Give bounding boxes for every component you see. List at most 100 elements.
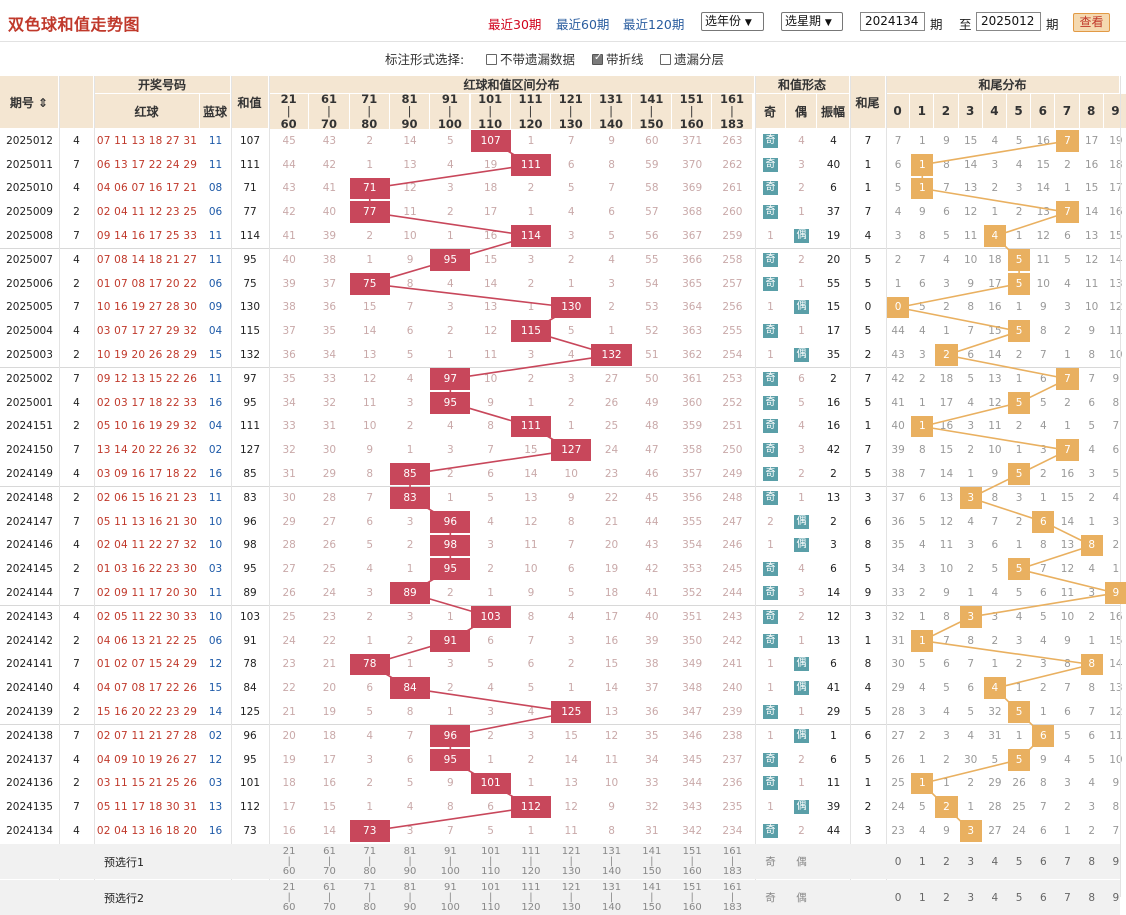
preselect-tail-digit[interactable]: 3 bbox=[959, 844, 983, 879]
preselect-range[interactable]: 91 | 100 bbox=[430, 844, 470, 879]
range-separator: | bbox=[368, 855, 372, 867]
range-high: 90 bbox=[403, 901, 417, 913]
odd-mark: 奇 bbox=[763, 443, 778, 458]
tail-missing: 8 bbox=[1039, 777, 1047, 790]
preselect-odd[interactable]: 奇 bbox=[755, 880, 786, 915]
preselect-tail-digit[interactable]: 6 bbox=[1031, 880, 1055, 915]
preselect-tail-digit[interactable]: 0 bbox=[886, 844, 910, 879]
preselect-tail-digit[interactable]: 5 bbox=[1007, 880, 1031, 915]
tail-missing: 44 bbox=[891, 325, 905, 338]
preselect-tail-digit[interactable]: 8 bbox=[1080, 880, 1104, 915]
zone-missing: 5 bbox=[567, 325, 575, 338]
preselect-range[interactable]: 81 | 90 bbox=[390, 880, 430, 915]
zone-missing: 4 bbox=[406, 372, 414, 385]
row-even: 3 bbox=[786, 153, 817, 177]
zone-missing: 1 bbox=[446, 349, 454, 362]
row-red-balls: 05 11 17 18 30 31 bbox=[96, 801, 198, 814]
preselect-range[interactable]: 111 | 120 bbox=[511, 880, 551, 915]
preselect-range[interactable]: 91 | 100 bbox=[430, 880, 470, 915]
preselect-range[interactable]: 161 | 183 bbox=[712, 844, 752, 879]
preselect-range[interactable]: 81 | 90 bbox=[390, 844, 430, 879]
row-tail: 1 bbox=[864, 182, 872, 195]
row-blue-ball: 12 bbox=[208, 753, 223, 766]
preselect-range[interactable]: 101 | 110 bbox=[471, 880, 511, 915]
preselect-range[interactable]: 71 | 80 bbox=[350, 880, 390, 915]
preselect-range[interactable]: 151 | 160 bbox=[672, 844, 712, 879]
row-sum: 103 bbox=[239, 610, 261, 623]
tail-missing: 3 bbox=[943, 729, 950, 742]
row-sum: 96 bbox=[243, 729, 257, 742]
preselect-even[interactable]: 偶 bbox=[786, 844, 817, 879]
row-red-balls: 15 16 20 22 23 29 bbox=[96, 706, 198, 719]
preselect-tail-digit[interactable]: 1 bbox=[910, 844, 934, 879]
preselect-odd[interactable]: 奇 bbox=[755, 844, 786, 879]
preselect-range[interactable]: 111 | 120 bbox=[511, 844, 551, 879]
zone-missing: 1 bbox=[527, 134, 535, 147]
preselect-range[interactable]: 121 | 130 bbox=[551, 844, 591, 879]
zone-missing: 2 bbox=[446, 682, 454, 695]
preselect-tail-digit[interactable]: 5 bbox=[1007, 844, 1031, 879]
even-mark: 偶 bbox=[794, 229, 809, 244]
row-weekday: 7 bbox=[73, 444, 80, 457]
row-amplitude: 6 bbox=[830, 658, 837, 671]
preselect-tail-digit[interactable]: 8 bbox=[1080, 844, 1104, 879]
tail-missing: 11 bbox=[1109, 729, 1123, 742]
tail-missing: 15 bbox=[1036, 158, 1050, 171]
zone-missing: 12 bbox=[564, 801, 578, 814]
preselect-tail-digit[interactable]: 4 bbox=[983, 844, 1007, 879]
range-separator: | bbox=[690, 855, 694, 867]
even-missing: 5 bbox=[798, 396, 805, 409]
preselect-tail-digit[interactable]: 9 bbox=[1104, 880, 1126, 915]
preselect-even[interactable]: 偶 bbox=[786, 880, 817, 915]
preselect-tail-digit[interactable]: 2 bbox=[934, 844, 958, 879]
preselect-range[interactable]: 151 | 160 bbox=[672, 880, 712, 915]
tail-missing: 6 bbox=[918, 491, 926, 504]
preselect-tail-digit[interactable]: 4 bbox=[983, 880, 1007, 915]
preselect-range[interactable]: 101 | 110 bbox=[471, 844, 511, 879]
preselect-range[interactable]: 161 | 183 bbox=[712, 880, 752, 915]
preselect-range[interactable]: 131 | 140 bbox=[591, 844, 631, 879]
zone-missing: 1 bbox=[567, 420, 575, 433]
row-blue-ball: 15 bbox=[208, 682, 223, 695]
preselect-tail-digit[interactable]: 9 bbox=[1104, 844, 1126, 879]
preselect-tail-digit[interactable]: 0 bbox=[886, 880, 910, 915]
odd-mark: 奇 bbox=[763, 776, 778, 791]
tail-missing: 1 bbox=[991, 658, 999, 671]
tail-missing: 4 bbox=[918, 682, 926, 695]
row-amplitude: 14 bbox=[826, 587, 841, 600]
tail-missing: 6 bbox=[1088, 396, 1096, 409]
tail-missing: 2 bbox=[1064, 325, 1071, 338]
zone-hit: 107 bbox=[470, 130, 511, 152]
preselect-range[interactable]: 61 | 70 bbox=[309, 844, 349, 879]
zone-missing: 29 bbox=[282, 515, 296, 528]
row-tail: 3 bbox=[864, 825, 872, 838]
preselect-tail-digit[interactable]: 2 bbox=[934, 880, 958, 915]
preselect-tail-digit[interactable]: 1 bbox=[910, 880, 934, 915]
preselect-range[interactable]: 131 | 140 bbox=[591, 880, 631, 915]
zone-missing: 5 bbox=[567, 587, 575, 600]
preselect-tail-digit[interactable]: 3 bbox=[959, 880, 983, 915]
row-blue-ball: 11 bbox=[208, 253, 223, 266]
preselect-tail-digit[interactable]: 7 bbox=[1055, 880, 1079, 915]
zone-missing: 13 bbox=[363, 349, 377, 362]
tail-hit: 5 bbox=[1008, 272, 1031, 295]
row-red-balls: 02 03 17 18 22 33 bbox=[96, 396, 198, 409]
tail-missing: 12 bbox=[1109, 706, 1123, 719]
preselect-range[interactable]: 141 | 150 bbox=[632, 880, 672, 915]
preselect-tail-digit[interactable]: 7 bbox=[1055, 844, 1079, 879]
header-issue[interactable]: 期号 ⇕ bbox=[0, 76, 59, 129]
preselect-range[interactable]: 21 | 60 bbox=[269, 880, 309, 915]
preselect-range[interactable]: 61 | 70 bbox=[309, 880, 349, 915]
tail-missing: 6 bbox=[1039, 825, 1047, 838]
preselect-range[interactable]: 141 | 150 bbox=[632, 844, 672, 879]
preselect-range[interactable]: 121 | 130 bbox=[551, 880, 591, 915]
zone-missing: 13 bbox=[524, 491, 538, 504]
tail-missing: 11 bbox=[1060, 587, 1075, 600]
tail-missing: 3 bbox=[1039, 444, 1047, 457]
tail-missing: 5 bbox=[1015, 134, 1023, 147]
preselect-range[interactable]: 21 | 60 bbox=[269, 844, 309, 879]
tail-missing: 14 bbox=[939, 468, 954, 481]
preselect-tail-digit[interactable]: 6 bbox=[1031, 844, 1055, 879]
zone-missing: 16 bbox=[322, 777, 337, 790]
preselect-range[interactable]: 71 | 80 bbox=[350, 844, 390, 879]
